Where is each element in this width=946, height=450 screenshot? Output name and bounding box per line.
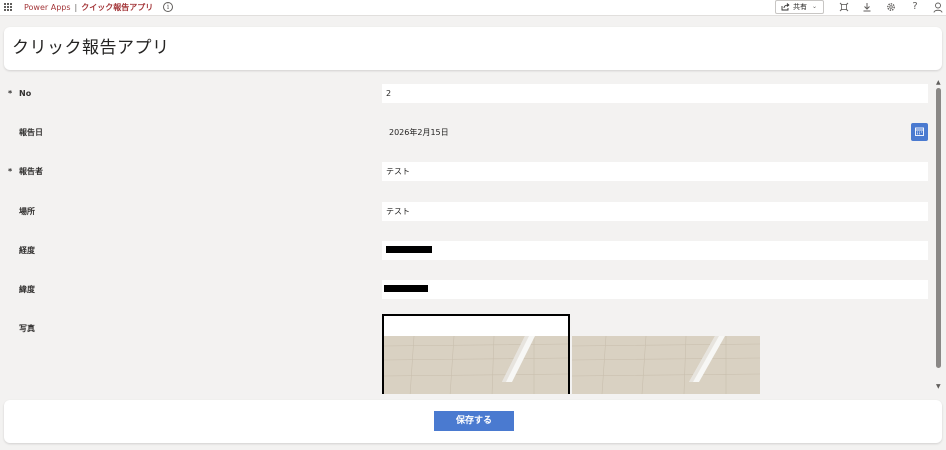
scroll-up-arrow-icon[interactable]: ▲ xyxy=(936,80,941,86)
redaction-bar xyxy=(384,285,428,292)
help-icon[interactable]: ? xyxy=(909,1,921,13)
share-icon xyxy=(781,3,790,11)
info-icon[interactable]: i xyxy=(163,2,173,12)
person-icon[interactable] xyxy=(932,1,944,13)
app-name: クイック報告アプリ xyxy=(81,3,154,12)
share-label: 共有 xyxy=(793,3,807,11)
field-label-latitude: 緯度 xyxy=(19,285,35,294)
waffle-icon[interactable] xyxy=(4,3,13,12)
calendar-icon xyxy=(915,127,924,136)
field-label-longitude: 経度 xyxy=(19,246,35,255)
top-bar: Power Apps | クイック報告アプリ i 共有 ⌄ ? xyxy=(0,0,946,16)
location-input[interactable]: テスト xyxy=(382,202,928,221)
field-label-reporter: 報告者 xyxy=(19,167,43,176)
field-label-report-date: 報告日 xyxy=(19,128,43,137)
share-button[interactable]: 共有 ⌄ xyxy=(775,0,824,14)
scroll-down-arrow-icon[interactable]: ▼ xyxy=(936,384,941,390)
form-scrollbar[interactable]: ▲ ▼ xyxy=(934,78,944,394)
page-title: クリック報告アプリ xyxy=(12,38,170,58)
fit-to-screen-icon[interactable] xyxy=(838,1,850,13)
longitude-input[interactable] xyxy=(382,241,928,260)
reporter-input[interactable]: テスト xyxy=(382,162,928,181)
save-button[interactable]: 保存する xyxy=(434,411,514,431)
footer-card: 保存する xyxy=(4,400,942,443)
download-icon[interactable] xyxy=(861,1,873,13)
required-marker: * xyxy=(8,89,13,98)
photo-thumbnail-selected[interactable] xyxy=(382,314,570,394)
app-breadcrumb: Power Apps | クイック報告アプリ xyxy=(24,2,153,13)
field-label-no: No xyxy=(19,89,32,98)
scroll-thumb[interactable] xyxy=(936,88,941,368)
field-label-photo: 写真 xyxy=(19,324,35,333)
chevron-down-icon: ⌄ xyxy=(812,3,818,10)
field-label-location: 場所 xyxy=(19,207,35,216)
required-marker: * xyxy=(8,167,13,176)
latitude-input[interactable] xyxy=(382,280,928,299)
brand-label[interactable]: Power Apps xyxy=(24,3,71,12)
no-input[interactable]: 2 xyxy=(382,84,928,103)
redaction-bar xyxy=(386,246,432,253)
gear-icon[interactable] xyxy=(885,1,897,13)
breadcrumb-separator: | xyxy=(74,3,78,12)
header-card: クリック報告アプリ xyxy=(4,27,942,70)
report-date-input[interactable]: 2026年2月15日 xyxy=(382,123,928,142)
date-picker-button[interactable] xyxy=(911,123,928,141)
photo-thumbnail[interactable] xyxy=(572,336,760,394)
